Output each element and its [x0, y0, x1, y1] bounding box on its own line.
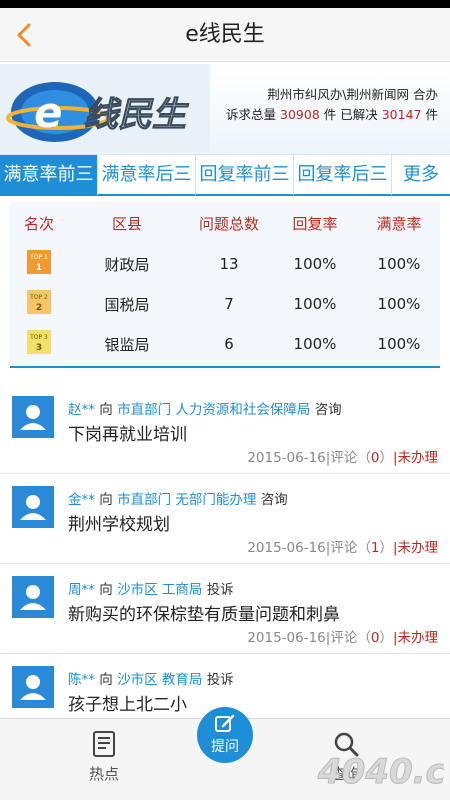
reply-rate: 100% — [293, 255, 337, 273]
ranking-row[interactable]: TOP 1 1 财政局 13 100% 100% — [10, 244, 440, 284]
item-meta: 金** 向 市直部门 无部门能办理 咨询 — [68, 492, 288, 508]
col-total: 问题总数 — [198, 214, 259, 233]
top-bar: e线民生 — [0, 8, 450, 62]
svg-text:1: 1 — [36, 263, 42, 273]
top2-medal-icon: TOP 2 2 — [27, 290, 51, 314]
svg-text:e: e — [34, 88, 63, 137]
avatar — [12, 396, 54, 438]
col-satisfaction: 满意率 — [376, 214, 422, 233]
svg-text:2: 2 — [36, 303, 42, 313]
edit-icon — [215, 714, 235, 732]
item-meta: 陈** 向 沙市区 教育局 投诉 — [68, 672, 234, 688]
date: 2015-06-16 — [247, 450, 326, 466]
newspaper-icon — [93, 731, 115, 757]
complaint-list: 赵** 向 市直部门 人力资源和社会保障局 咨询 下岗再就业培训 2015-06… — [0, 384, 450, 744]
top1-medal-icon: TOP 1 1 — [27, 250, 51, 274]
user-name: 赵** — [68, 402, 95, 418]
col-reply-rate: 回复率 — [292, 214, 338, 233]
banner-org: 荆州市纠风办\荆州新闻网 合办 — [267, 87, 438, 102]
svg-text:线民生: 线民生 — [84, 95, 189, 135]
banner: e 线民生 荆州市纠风办\荆州新闻网 合办 诉求总量 30908 件 已解决 3… — [0, 62, 450, 154]
tab-more[interactable]: 更多 — [392, 155, 450, 195]
nav-hot[interactable]: 热点 — [64, 723, 144, 784]
list-item[interactable]: 周** 向 沙市区 工商局 投诉 新购买的环保棕垫有质量问题和刺鼻 2015-0… — [0, 564, 450, 654]
ranking-row[interactable]: TOP 2 2 国税局 7 100% 100% — [10, 284, 440, 324]
user-name: 金** — [68, 492, 95, 508]
type: 咨询 — [260, 492, 288, 508]
status-badge: |未办理 — [392, 450, 438, 466]
satisfaction-rate: 100% — [377, 255, 421, 273]
status-badge: |未办理 — [392, 630, 438, 646]
avatar — [12, 666, 54, 708]
bottom-nav: 热点 提问 查询 4040.com — [0, 707, 450, 800]
date: 2015-06-16 — [247, 540, 326, 556]
ask-button[interactable]: 提问 — [197, 707, 253, 763]
status-bar — [0, 0, 450, 8]
avatar — [12, 486, 54, 528]
svg-text:TOP 2: TOP 2 — [29, 294, 48, 301]
satisfaction-rate: 100% — [377, 335, 421, 353]
date: 2015-06-16 — [247, 630, 326, 646]
item-meta: 周** 向 沙市区 工商局 投诉 — [68, 582, 234, 598]
list-item[interactable]: 金** 向 市直部门 无部门能办理 咨询 荆州学校规划 2015-06-16|评… — [0, 474, 450, 564]
district-name: 财政局 — [104, 255, 150, 274]
list-item[interactable]: 赵** 向 市直部门 人力资源和社会保障局 咨询 下岗再就业培训 2015-06… — [0, 384, 450, 474]
nav-hot-label: 热点 — [88, 765, 119, 783]
item-footer: 2015-06-16|评论（0）|未办理 — [247, 630, 438, 646]
item-meta: 赵** 向 市直部门 人力资源和社会保障局 咨询 — [68, 402, 342, 418]
reply-rate: 100% — [293, 295, 337, 313]
department: 沙市区 工商局 — [117, 582, 203, 598]
user-name: 陈** — [68, 672, 95, 688]
satisfaction-rate: 100% — [377, 295, 421, 313]
issue-total: 13 — [219, 255, 239, 273]
tab-satisfaction-top3[interactable]: 满意率前三 — [0, 155, 98, 195]
type: 咨询 — [314, 402, 342, 418]
page-title: e线民生 — [185, 22, 265, 47]
solved-count: 30147 — [381, 107, 422, 122]
svg-text:TOP 1: TOP 1 — [29, 254, 48, 261]
banner-stats: 诉求总量 30908 件 已解决 30147 件 — [226, 107, 438, 122]
status-badge: |未办理 — [392, 540, 438, 556]
item-title: 孩子想上北二小 — [68, 695, 187, 715]
svg-text:4040.com: 4040.com — [317, 752, 444, 792]
avatar — [12, 576, 54, 618]
district-name: 国税局 — [104, 295, 150, 314]
district-name: 银监局 — [104, 335, 150, 354]
app-logo: e 线民生 — [0, 64, 210, 152]
total-count: 30908 — [280, 107, 320, 122]
col-district: 区县 — [111, 214, 142, 233]
item-footer: 2015-06-16|评论（1）|未办理 — [247, 540, 438, 556]
svg-text:3: 3 — [36, 343, 42, 353]
item-title: 荆州学校规划 — [68, 515, 170, 535]
reply-rate: 100% — [293, 335, 337, 353]
issue-total: 6 — [224, 335, 234, 353]
issue-total: 7 — [224, 295, 234, 313]
user-name: 周** — [68, 582, 95, 598]
item-title: 下岗再就业培训 — [68, 425, 187, 445]
department: 市直部门 人力资源和社会保障局 — [117, 402, 311, 418]
ranking-table: 名次 区县 问题总数 回复率 满意率 TOP 1 1 财政局 13 100% 1… — [10, 202, 440, 368]
ranking-header-row: 名次 区县 问题总数 回复率 满意率 — [10, 202, 440, 244]
ask-label: 提问 — [211, 739, 239, 755]
item-footer: 2015-06-16|评论（0）|未办理 — [247, 450, 438, 466]
top3-medal-icon: TOP 3 3 — [27, 330, 51, 354]
department: 沙市区 教育局 — [117, 672, 203, 688]
ranking-row[interactable]: TOP 3 3 银监局 6 100% 100% — [10, 324, 440, 364]
ranking-tabs: 满意率前三 满意率后三 回复率前三 回复率后三 更多 — [0, 154, 450, 196]
watermark-logo: 4040.com — [317, 752, 445, 793]
tab-reply-top3[interactable]: 回复率前三 — [196, 155, 294, 195]
tab-reply-bottom3[interactable]: 回复率后三 — [294, 155, 392, 195]
type: 投诉 — [206, 582, 234, 598]
col-rank: 名次 — [23, 214, 54, 233]
tab-satisfaction-bottom3[interactable]: 满意率后三 — [98, 155, 196, 195]
type: 投诉 — [206, 672, 234, 688]
item-title: 新购买的环保棕垫有质量问题和刺鼻 — [68, 605, 340, 625]
svg-text:TOP 3: TOP 3 — [29, 334, 48, 341]
department: 市直部门 无部门能办理 — [117, 492, 257, 508]
